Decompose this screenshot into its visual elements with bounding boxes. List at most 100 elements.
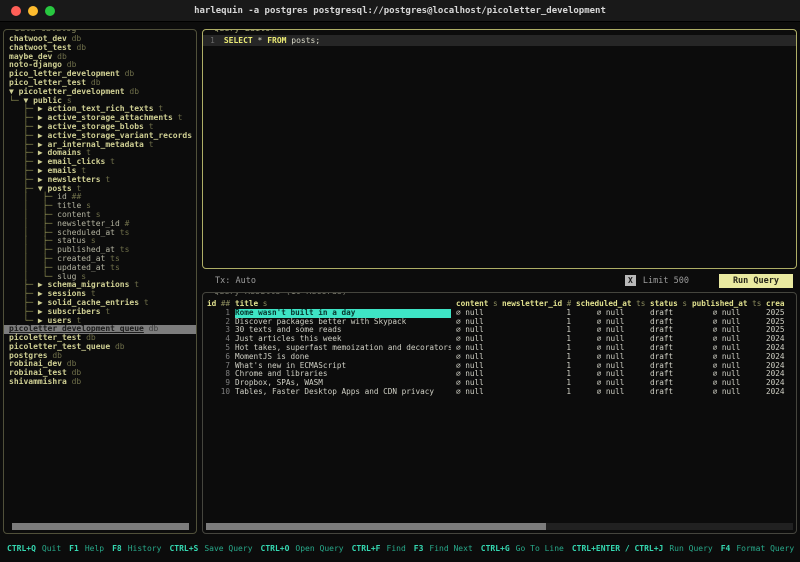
table-cell[interactable]: ∅ null <box>692 344 761 353</box>
table-cell[interactable]: 8 <box>207 370 230 379</box>
table-cell[interactable]: 1 <box>502 362 571 371</box>
table-cell[interactable]: MomentJS is done <box>235 353 451 362</box>
table-cell[interactable]: ∅ null <box>456 388 497 397</box>
editor-line[interactable]: 1SELECT * FROM posts; <box>203 35 796 46</box>
column-header[interactable]: newsletter_id # <box>502 300 571 309</box>
table-cell[interactable]: draft <box>650 388 687 397</box>
table-cell[interactable]: ∅ null <box>692 388 761 397</box>
table-cell[interactable]: draft <box>650 370 687 379</box>
table-cell[interactable]: ∅ null <box>692 370 761 379</box>
table-cell[interactable]: ∅ null <box>456 362 497 371</box>
table-cell[interactable]: 2024 <box>766 362 796 371</box>
table-cell[interactable]: ∅ null <box>576 388 645 397</box>
table-cell[interactable]: Discover packages better with Skypack <box>235 318 451 327</box>
table-cell[interactable]: 30 texts and some reads <box>235 326 451 335</box>
shortcut-run-query[interactable]: CTRL+ENTER / CTRL+JRun Query <box>572 544 713 553</box>
table-cell[interactable]: draft <box>650 309 687 318</box>
table-cell[interactable]: ∅ null <box>692 362 761 371</box>
table-cell[interactable]: 4 <box>207 335 230 344</box>
table-cell[interactable]: ∅ null <box>576 326 645 335</box>
table-cell[interactable]: ∅ null <box>576 379 645 388</box>
table-cell[interactable]: draft <box>650 362 687 371</box>
table-cell[interactable]: ∅ null <box>692 326 761 335</box>
shortcut-format-query[interactable]: F4Format Query <box>721 544 794 553</box>
table-cell[interactable]: 5 <box>207 344 230 353</box>
shortcut-find-next[interactable]: F3Find Next <box>414 544 473 553</box>
table-cell[interactable]: Chrome and libraries <box>235 370 451 379</box>
table-cell[interactable]: Rome wasn't built in a day <box>235 309 451 318</box>
table-cell[interactable]: What's new in ECMAScript <box>235 362 451 371</box>
column-header[interactable]: content s <box>456 300 497 309</box>
table-cell[interactable]: 2 <box>207 318 230 327</box>
table-cell[interactable]: 2025 <box>766 318 796 327</box>
shortcut-help[interactable]: F1Help <box>69 544 104 553</box>
table-cell[interactable]: 2025 <box>766 326 796 335</box>
catalog-h-scrollbar[interactable] <box>7 523 193 530</box>
table-cell[interactable]: draft <box>650 353 687 362</box>
table-cell[interactable]: 1 <box>502 344 571 353</box>
table-cell[interactable]: 1 <box>502 353 571 362</box>
table-cell[interactable]: Just articles this week <box>235 335 451 344</box>
shortcut-find[interactable]: CTRL+FFind <box>352 544 406 553</box>
table-cell[interactable]: draft <box>650 318 687 327</box>
column-header[interactable]: crea <box>766 300 796 309</box>
table-cell[interactable]: 1 <box>502 379 571 388</box>
table-cell[interactable]: draft <box>650 344 687 353</box>
table-cell[interactable]: ∅ null <box>456 326 497 335</box>
shortcut-open-query[interactable]: CTRL+OOpen Query <box>261 544 344 553</box>
close-button[interactable] <box>11 6 21 16</box>
table-cell[interactable]: ∅ null <box>456 318 497 327</box>
table-cell[interactable]: ∅ null <box>692 335 761 344</box>
column-header[interactable]: scheduled_at ts <box>576 300 645 309</box>
table-cell[interactable]: ∅ null <box>576 309 645 318</box>
table-cell[interactable]: ∅ null <box>576 335 645 344</box>
table-cell[interactable]: ∅ null <box>456 335 497 344</box>
column-header[interactable]: status s <box>650 300 687 309</box>
catalog-tree-item[interactable]: shivammishra db <box>4 378 196 387</box>
table-cell[interactable]: 1 <box>502 370 571 379</box>
table-cell[interactable]: ∅ null <box>692 353 761 362</box>
limit-checkbox[interactable]: X Limit 500 <box>625 275 689 286</box>
zoom-button[interactable] <box>45 6 55 16</box>
table-cell[interactable]: 2024 <box>766 370 796 379</box>
table-cell[interactable]: Hot takes, superfast memoization and dec… <box>235 344 451 353</box>
table-cell[interactable]: 2024 <box>766 335 796 344</box>
table-cell[interactable]: 1 <box>502 335 571 344</box>
table-cell[interactable]: ∅ null <box>456 309 497 318</box>
checkbox-checked-icon[interactable]: X <box>625 275 636 286</box>
table-cell[interactable]: 2024 <box>766 344 796 353</box>
column-header[interactable]: title s <box>235 300 451 309</box>
transaction-mode[interactable]: Tx: Auto <box>215 276 256 286</box>
table-cell[interactable]: draft <box>650 379 687 388</box>
table-cell[interactable]: 6 <box>207 353 230 362</box>
table-cell[interactable]: 2024 <box>766 379 796 388</box>
table-cell[interactable]: 2024 <box>766 388 796 397</box>
table-cell[interactable]: 9 <box>207 379 230 388</box>
scrollbar-thumb[interactable] <box>206 523 546 530</box>
table-cell[interactable]: ∅ null <box>576 362 645 371</box>
table-cell[interactable]: Dropbox, SPAs, WASM <box>235 379 451 388</box>
table-cell[interactable]: ∅ null <box>456 370 497 379</box>
run-query-button[interactable]: Run Query <box>719 274 793 288</box>
table-cell[interactable]: ∅ null <box>456 379 497 388</box>
shortcut-quit[interactable]: CTRL+QQuit <box>7 544 61 553</box>
table-cell[interactable]: 2025 <box>766 309 796 318</box>
minimize-button[interactable] <box>28 6 38 16</box>
table-cell[interactable]: ∅ null <box>576 344 645 353</box>
table-cell[interactable]: ∅ null <box>692 379 761 388</box>
table-cell[interactable]: 3 <box>207 326 230 335</box>
table-cell[interactable]: 1 <box>502 388 571 397</box>
shortcut-history[interactable]: F8History <box>112 544 161 553</box>
table-cell[interactable]: draft <box>650 326 687 335</box>
table-cell[interactable]: ∅ null <box>576 353 645 362</box>
table-cell[interactable]: ∅ null <box>692 309 761 318</box>
table-cell[interactable]: 10 <box>207 388 230 397</box>
table-cell[interactable]: 1 <box>502 309 571 318</box>
table-cell[interactable]: ∅ null <box>576 318 645 327</box>
table-cell[interactable]: Tables, Faster Desktop Apps and CDN priv… <box>235 388 451 397</box>
table-cell[interactable]: ∅ null <box>456 353 497 362</box>
table-cell[interactable]: 1 <box>502 326 571 335</box>
column-header[interactable]: id ## <box>207 300 230 309</box>
table-cell[interactable]: 1 <box>502 318 571 327</box>
table-cell[interactable]: 2024 <box>766 353 796 362</box>
